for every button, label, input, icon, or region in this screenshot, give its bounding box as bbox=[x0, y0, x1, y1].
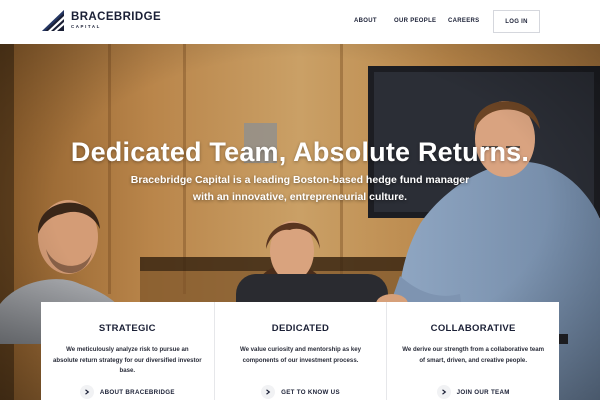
login-button[interactable]: LOG IN bbox=[493, 10, 540, 33]
feature-link-label: ABOUT BRACEBRIDGE bbox=[99, 388, 175, 396]
chevron-right-icon bbox=[261, 385, 276, 399]
chevron-right-icon bbox=[436, 385, 451, 399]
nav-item-careers[interactable]: CAREERS bbox=[448, 18, 479, 24]
feature-link-label: GET TO KNOW US bbox=[281, 388, 340, 396]
feature-link-label: JOIN OUR TEAM bbox=[456, 388, 510, 396]
get-to-know-us-link[interactable]: GET TO KNOW US bbox=[215, 385, 387, 399]
logo-wordmark: BRACEBRIDGE CAPITAL bbox=[71, 10, 162, 30]
nav-item-about[interactable]: ABOUT bbox=[354, 18, 377, 24]
feature-card-dedicated: DEDICATED We value curiosity and mentors… bbox=[213, 302, 387, 400]
feature-text: We value curiosity and mentorship as key… bbox=[239, 346, 362, 364]
site-header: BRACEBRIDGE CAPITAL ABOUT OUR PEOPLE CAR… bbox=[0, 0, 600, 44]
feature-card-collaborative: COLLABORATIVE We derive our strength fro… bbox=[386, 302, 559, 400]
logo-mark-icon bbox=[42, 10, 64, 31]
hero-title: Dedicated Team, Absolute Returns. bbox=[70, 137, 530, 167]
feature-text: We derive our strength from a collaborat… bbox=[402, 346, 545, 364]
brand-logo[interactable]: BRACEBRIDGE CAPITAL bbox=[42, 10, 161, 31]
about-bracebridge-link[interactable]: ABOUT BRACEBRIDGE bbox=[41, 385, 214, 399]
nav-item-our-people[interactable]: OUR PEOPLE bbox=[394, 18, 436, 24]
feature-title: STRATEGIC bbox=[98, 323, 156, 334]
logo-subtitle: CAPITAL bbox=[71, 24, 101, 30]
feature-card-strategic: STRATEGIC We meticulously analyze risk t… bbox=[41, 302, 214, 400]
logo-name: BRACEBRIDGE bbox=[71, 10, 162, 23]
feature-cards: STRATEGIC We meticulously analyze risk t… bbox=[41, 302, 559, 400]
feature-text: We meticulously analyze risk to pursue a… bbox=[53, 346, 202, 374]
chevron-right-icon bbox=[79, 385, 94, 399]
join-our-team-link[interactable]: JOIN OUR TEAM bbox=[387, 385, 559, 399]
feature-title: DEDICATED bbox=[271, 323, 330, 334]
hero-subtitle: Bracebridge Capital is a leading Boston-… bbox=[130, 174, 470, 203]
feature-title: COLLABORATIVE bbox=[430, 323, 516, 334]
